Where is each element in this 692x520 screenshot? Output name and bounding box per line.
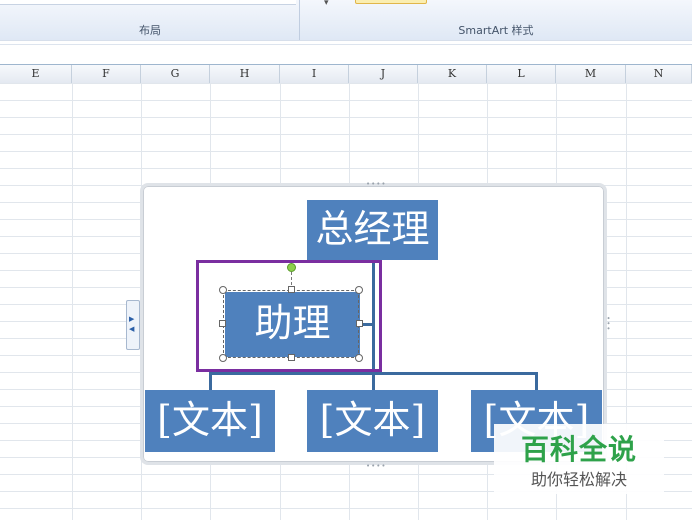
resize-handle-bottom-right[interactable] [355,354,363,362]
grid-line [72,83,73,520]
connector-drop-1 [209,372,212,390]
resize-handle-left[interactable] [219,320,226,327]
smartart-style-thumbnail[interactable] [355,0,427,4]
column-header-j[interactable]: J [349,65,418,83]
column-header-h[interactable]: H [210,65,280,83]
arrow-right-icon: ▶ [129,315,135,323]
connector-horizontal [209,372,538,375]
ribbon-group-layout-label: 布局 [139,24,161,37]
node-text-1[interactable]: [文本] [145,390,275,452]
resize-handle-top-left[interactable] [219,286,227,294]
ribbon-group-smartart-styles-label: SmartArt 样式 [458,24,534,37]
frame-resize-handle-bottom[interactable]: •••• [366,462,387,470]
watermark-subtitle: 助你轻松解决 [530,470,627,489]
frame-resize-handle-top[interactable]: •••• [366,180,387,188]
column-header-k[interactable]: K [418,65,487,83]
gallery-more-arrow-icon[interactable]: ▾ [324,0,329,8]
text-pane-toggle[interactable]: ▶ ◀ [126,300,140,350]
node-text-2[interactable]: [文本] [307,390,438,452]
watermark-title: 百科全说 [520,433,637,466]
ribbon: ▾ 布局 SmartArt 样式 [0,0,692,41]
rotate-handle[interactable] [287,263,296,272]
resize-handle-bottom[interactable] [288,354,295,361]
layout-gallery-edge [0,0,296,5]
selection-outline [223,290,359,358]
column-header-l[interactable]: L [487,65,556,83]
column-header: E F G H I J K L M N [0,64,692,84]
column-header-g[interactable]: G [141,65,210,83]
resize-handle-top-right[interactable] [355,286,363,294]
column-header-f[interactable]: F [72,65,141,83]
resize-handle-top[interactable] [288,286,295,293]
resize-handle-right[interactable] [356,320,363,327]
formula-bar-area [0,40,692,65]
watermark: 百科全说 助你轻松解决 [494,424,664,494]
frame-resize-handle-right[interactable]: ••• [604,316,612,331]
column-header-e[interactable]: E [0,65,72,83]
column-header-i[interactable]: I [280,65,349,83]
node-general-manager[interactable]: 总经理 [307,200,438,260]
column-header-n[interactable]: N [626,65,692,83]
arrow-left-icon: ◀ [129,325,135,333]
resize-handle-bottom-left[interactable] [219,354,227,362]
column-header-m[interactable]: M [556,65,626,83]
connector-drop-3 [535,372,538,390]
